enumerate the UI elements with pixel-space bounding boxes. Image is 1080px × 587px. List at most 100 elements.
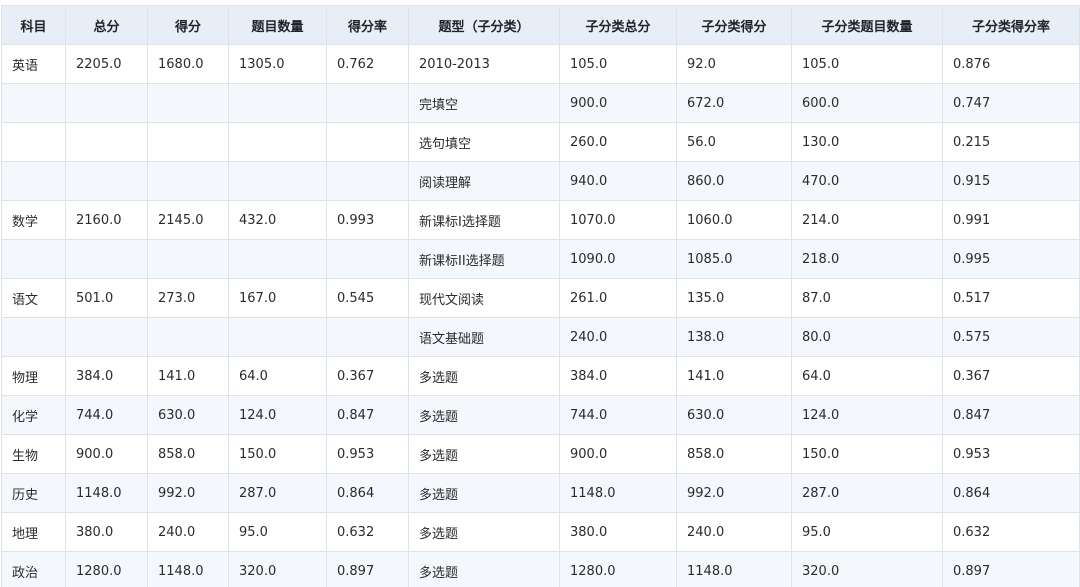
cell-score-rate: 0.847 (326, 395, 409, 435)
cell-sub-score-rate: 0.575 (942, 317, 1080, 357)
cell-sub-score: 672.0 (676, 83, 792, 123)
cell-sub-score-rate: 0.864 (942, 473, 1080, 513)
cell-question-type: 新课标I选择题 (408, 200, 560, 240)
cell-sub-score: 860.0 (676, 161, 792, 201)
cell-subject: 语文 (1, 278, 66, 318)
cell-total-score: 744.0 (65, 395, 148, 435)
cell-subject: 生物 (1, 434, 66, 474)
table-row: 政治 1280.0 1148.0 320.0 0.897 多选题 1280.0 1148.0 3… (1, 551, 1080, 587)
cell-sub-total-score: 380.0 (559, 512, 677, 552)
header-sub-score[interactable]: 子分类得分 (676, 5, 792, 45)
cell-sub-score: 1085.0 (676, 239, 792, 279)
header-sub-total-score[interactable]: 子分类总分 (559, 5, 677, 45)
cell-score: 2145.0 (147, 200, 229, 240)
cell-score-rate (326, 161, 409, 201)
cell-sub-total-score: 1070.0 (559, 200, 677, 240)
cell-total-score: 380.0 (65, 512, 148, 552)
cell-question-type: 多选题 (408, 395, 560, 435)
cell-subject (1, 83, 66, 123)
cell-question-type: 阅读理解 (408, 161, 560, 201)
cell-sub-score: 1148.0 (676, 551, 792, 587)
cell-score-rate: 0.897 (326, 551, 409, 587)
cell-question-type: 选句填空 (408, 122, 560, 162)
header-question-type[interactable]: 题型（子分类） (408, 5, 560, 45)
cell-score (147, 239, 229, 279)
cell-score (147, 122, 229, 162)
cell-score-rate: 0.545 (326, 278, 409, 318)
cell-question-type: 语文基础题 (408, 317, 560, 357)
cell-sub-score-rate: 0.953 (942, 434, 1080, 474)
table-header: 科目 总分 得分 题目数量 得分率 题型（子分类） 子分类总分 子分类得分 子分… (1, 5, 1080, 45)
cell-sub-question-count: 87.0 (791, 278, 943, 318)
cell-question-count: 287.0 (228, 473, 327, 513)
cell-question-type: 现代文阅读 (408, 278, 560, 318)
cell-question-count: 150.0 (228, 434, 327, 474)
cell-score: 141.0 (147, 356, 229, 396)
cell-question-count: 320.0 (228, 551, 327, 587)
table-row: 英语 2205.0 1680.0 1305.0 0.762 2010-2013 105.0 9… (1, 44, 1080, 84)
cell-sub-score: 240.0 (676, 512, 792, 552)
cell-subject: 物理 (1, 356, 66, 396)
scores-table: 科目 总分 得分 题目数量 得分率 题型（子分类） 子分类总分 子分类得分 子分… (1, 5, 1080, 587)
cell-question-count: 432.0 (228, 200, 327, 240)
cell-question-type: 多选题 (408, 551, 560, 587)
cell-sub-total-score: 260.0 (559, 122, 677, 162)
cell-sub-score: 138.0 (676, 317, 792, 357)
cell-score: 858.0 (147, 434, 229, 474)
header-subject[interactable]: 科目 (1, 5, 66, 45)
cell-sub-question-count: 470.0 (791, 161, 943, 201)
cell-question-count: 1305.0 (228, 44, 327, 84)
cell-sub-total-score: 900.0 (559, 83, 677, 123)
table-row: 历史 1148.0 992.0 287.0 0.864 多选题 1148.0 992.0 287… (1, 473, 1080, 513)
cell-score: 992.0 (147, 473, 229, 513)
cell-question-count: 95.0 (228, 512, 327, 552)
cell-score: 1680.0 (147, 44, 229, 84)
cell-question-type: 多选题 (408, 473, 560, 513)
cell-sub-question-count: 95.0 (791, 512, 943, 552)
cell-total-score: 1280.0 (65, 551, 148, 587)
table-body: 英语 2205.0 1680.0 1305.0 0.762 2010-2013 105.0 9… (1, 44, 1080, 587)
cell-question-type: 新课标II选择题 (408, 239, 560, 279)
table-container: 科目 总分 得分 题目数量 得分率 题型（子分类） 子分类总分 子分类得分 子分… (0, 0, 1080, 587)
cell-score: 630.0 (147, 395, 229, 435)
header-score-rate[interactable]: 得分率 (326, 5, 409, 45)
table-row: 语文 501.0 273.0 167.0 0.545 现代文阅读 261.0 135.0 87.… (1, 278, 1080, 318)
cell-sub-total-score: 1090.0 (559, 239, 677, 279)
cell-sub-question-count: 150.0 (791, 434, 943, 474)
cell-score-rate: 0.864 (326, 473, 409, 513)
cell-sub-score-rate: 0.915 (942, 161, 1080, 201)
header-sub-question-count[interactable]: 子分类题目数量 (791, 5, 943, 45)
header-score[interactable]: 得分 (147, 5, 229, 45)
cell-sub-score-rate: 0.876 (942, 44, 1080, 84)
cell-sub-total-score: 900.0 (559, 434, 677, 474)
cell-subject: 数学 (1, 200, 66, 240)
cell-score-rate: 0.632 (326, 512, 409, 552)
cell-sub-question-count: 214.0 (791, 200, 943, 240)
cell-score (147, 317, 229, 357)
cell-subject: 政治 (1, 551, 66, 587)
cell-sub-total-score: 1148.0 (559, 473, 677, 513)
cell-score-rate: 0.762 (326, 44, 409, 84)
cell-subject (1, 122, 66, 162)
header-total-score[interactable]: 总分 (65, 5, 148, 45)
cell-sub-question-count: 287.0 (791, 473, 943, 513)
header-question-count[interactable]: 题目数量 (228, 5, 327, 45)
cell-sub-question-count: 130.0 (791, 122, 943, 162)
cell-sub-question-count: 600.0 (791, 83, 943, 123)
table-row: 新课标II选择题 1090.0 1085.0 218.0 0.995 (1, 239, 1080, 279)
cell-sub-score-rate: 0.995 (942, 239, 1080, 279)
cell-question-count: 167.0 (228, 278, 327, 318)
cell-question-count (228, 239, 327, 279)
cell-sub-score: 630.0 (676, 395, 792, 435)
cell-subject: 历史 (1, 473, 66, 513)
cell-sub-total-score: 384.0 (559, 356, 677, 396)
cell-question-count (228, 161, 327, 201)
header-sub-score-rate[interactable]: 子分类得分率 (942, 5, 1080, 45)
cell-score: 273.0 (147, 278, 229, 318)
cell-sub-score-rate: 0.747 (942, 83, 1080, 123)
cell-sub-question-count: 105.0 (791, 44, 943, 84)
cell-sub-question-count: 64.0 (791, 356, 943, 396)
table-row: 完填空 900.0 672.0 600.0 0.747 (1, 83, 1080, 123)
cell-question-type: 多选题 (408, 356, 560, 396)
cell-score (147, 83, 229, 123)
